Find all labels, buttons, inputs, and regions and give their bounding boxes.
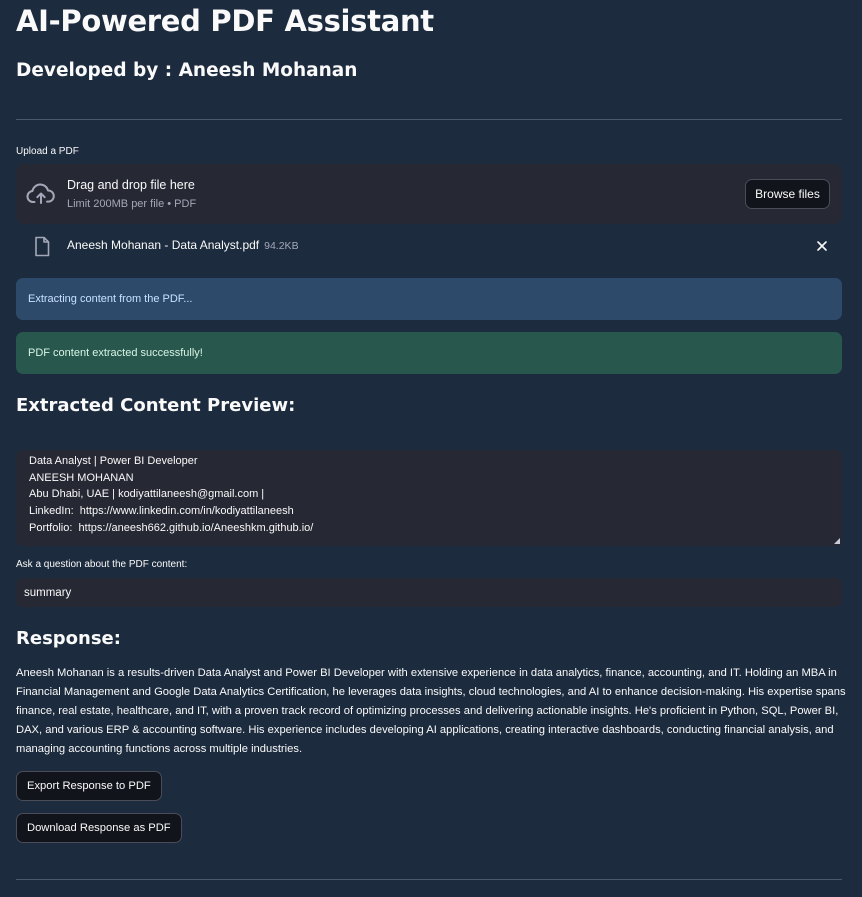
preview-heading: Extracted Content Preview: xyxy=(16,395,296,416)
browse-files-button[interactable]: Browse files xyxy=(745,179,830,209)
dropzone-limit: Limit 200MB per file • PDF xyxy=(67,198,197,210)
bottom-divider xyxy=(16,879,842,880)
response-text: Aneesh Mohanan is a results-driven Data … xyxy=(16,667,846,756)
page-title: AI-Powered PDF Assistant xyxy=(16,4,434,38)
content-preview-textarea[interactable]: Data Analyst | Power BI Developer ANEESH… xyxy=(16,450,842,546)
dropzone-title: Drag and drop file here xyxy=(67,178,195,192)
remove-file-close-icon[interactable] xyxy=(816,240,828,252)
preview-line: Data Analyst | Power BI Developer xyxy=(29,455,198,467)
preview-line: Abu Dhabi, UAE | kodiyattilaneesh@gmail.… xyxy=(29,488,265,501)
upload-label: Upload a PDF xyxy=(16,146,79,157)
cloud-upload-icon xyxy=(26,183,55,204)
app-page: AI-Powered PDF Assistant Developed by : … xyxy=(0,0,862,897)
question-input[interactable] xyxy=(16,578,842,607)
export-response-button[interactable]: Export Response to PDF xyxy=(16,771,162,801)
success-alert: PDF content extracted successfully! xyxy=(16,332,842,374)
file-size: 94.2KB xyxy=(264,240,299,252)
preview-line: Portfolio: https://aneesh662.github.io/A… xyxy=(29,521,314,534)
preview-line: LinkedIn: https://www.linkedin.com/in/ko… xyxy=(29,505,294,518)
top-divider xyxy=(16,119,842,120)
question-label: Ask a question about the PDF content: xyxy=(16,559,188,570)
file-icon xyxy=(35,236,50,257)
uploaded-file-row: Aneesh Mohanan - Data Analyst.pdf 94.2KB xyxy=(16,232,842,264)
file-dropzone[interactable]: Drag and drop file here Limit 200MB per … xyxy=(16,164,842,224)
file-name-text: Aneesh Mohanan - Data Analyst.pdf xyxy=(67,238,260,252)
response-heading: Response: xyxy=(16,628,121,649)
uploaded-file-name: Aneesh Mohanan - Data Analyst.pdf 94.2KB xyxy=(67,238,299,252)
download-response-button[interactable]: Download Response as PDF xyxy=(16,813,182,843)
resize-grip-icon[interactable] xyxy=(834,538,840,544)
info-alert: Extracting content from the PDF... xyxy=(16,278,842,320)
page-subtitle: Developed by : Aneesh Mohanan xyxy=(16,60,358,81)
preview-line: ANEESH MOHANAN xyxy=(29,471,134,484)
